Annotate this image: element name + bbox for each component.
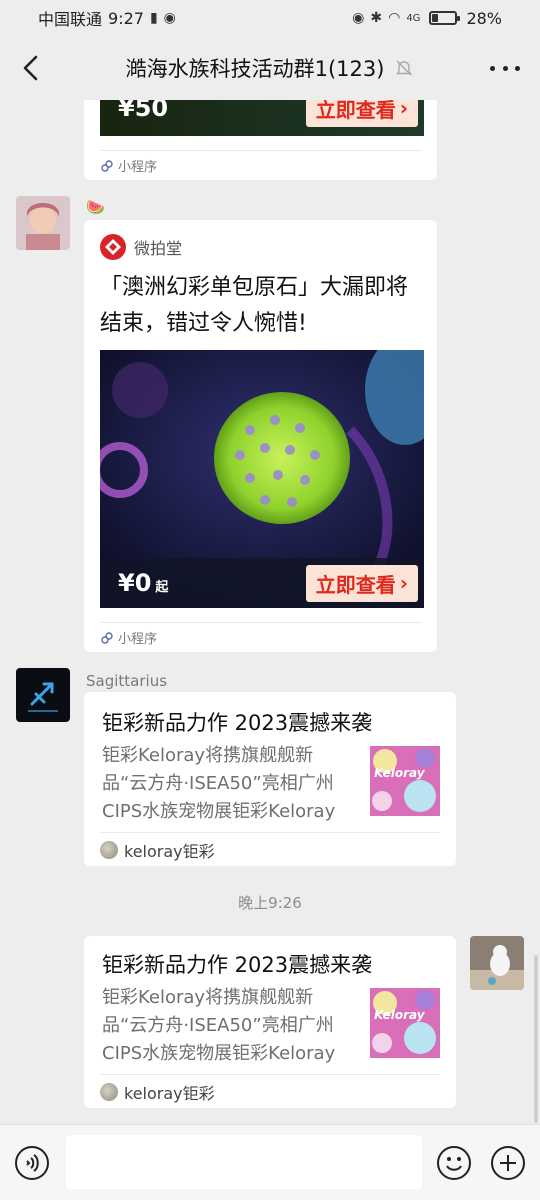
mini-program-footer: 小程序 (100, 622, 421, 652)
message-input[interactable] (66, 1135, 422, 1189)
bluetooth-icon: ✱ (370, 10, 383, 26)
scrollbar[interactable] (534, 955, 538, 1123)
card-source: keloray钜彩 (100, 832, 440, 866)
mini-program-icon (101, 631, 113, 644)
battery-saver-icon: ▮ (149, 10, 158, 26)
app-notification-icon: ◉ (163, 10, 176, 26)
input-bar (0, 1124, 540, 1200)
view-now-label: 立即查看 (315, 100, 396, 122)
message-list[interactable]: ¥50 立即查看 › 小程序 🍉 微拍堂 「澳洲幻彩单包原石」大漏即将结束，错过令… (0, 100, 540, 1124)
price-value: ¥0 (118, 569, 152, 597)
voice-icon (15, 1146, 49, 1180)
card-title: 钜彩新品力作 2023震撼来袭 (102, 953, 373, 977)
clock: 9:27 (108, 8, 144, 28)
chat-title: 澔海水族科技活动群1(123) (125, 57, 385, 81)
chevron-right-icon: › (399, 571, 408, 595)
plus-icon (491, 1146, 525, 1180)
source-avatar-icon (100, 840, 118, 859)
price-label: ¥50 (118, 100, 169, 122)
chat-header: 澔海水族科技活动群1(123) (0, 36, 540, 100)
mute-bell-icon (396, 60, 413, 76)
my-avatar[interactable] (470, 936, 524, 990)
promo-banner: ¥0 起 立即查看 › (100, 558, 424, 608)
emoji-icon (437, 1146, 471, 1180)
mini-program-card[interactable]: 微拍堂 「澳洲幻彩单包原石」大漏即将结束，错过令人惋惜! ¥0 起 立即查看 ›… (84, 220, 437, 652)
avatar[interactable] (16, 668, 70, 722)
source-name: keloray钜彩 (124, 841, 215, 861)
promo-banner: ¥50 立即查看 › (100, 100, 424, 136)
view-now-button[interactable]: 立即查看 › (305, 564, 418, 602)
app-name: 微拍堂 (134, 239, 183, 258)
price-label: ¥0 起 (118, 569, 168, 597)
mini-program-label: 小程序 (118, 160, 158, 175)
mini-program-footer: 小程序 (100, 150, 421, 180)
chevron-right-icon: › (399, 100, 408, 120)
link-card[interactable]: 钜彩新品力作 2023震撼来袭 钜彩Keloray将携旗舰舰新品“云方舟·ISE… (84, 692, 456, 866)
eye-icon: ◉ (352, 10, 365, 26)
thumbnail-text: Keloray (374, 766, 425, 780)
voice-button[interactable] (14, 1145, 50, 1181)
more-button[interactable] (490, 56, 520, 80)
source-avatar-icon (100, 1082, 118, 1101)
back-arrow-icon (23, 55, 38, 81)
status-bar: 中国联通 9:27 ▮ ◉ ◉ ✱ ◠ 4G 28% (0, 0, 540, 36)
price-suffix: 起 (155, 580, 169, 595)
emoji-button[interactable] (436, 1145, 472, 1181)
view-now-label: 立即查看 (315, 572, 396, 597)
sender-name: 🍉 (86, 198, 105, 216)
timestamp: 晚上9:26 (238, 894, 302, 912)
card-description: 钜彩Keloray将携旗舰舰新品“云方舟·ISEA50”亮相广州CIPS水族宠物… (102, 745, 336, 822)
card-description: 钜彩Keloray将携旗舰舰新品“云方舟·ISEA50”亮相广州CIPS水族宠物… (102, 987, 336, 1064)
battery-icon (429, 11, 461, 25)
sender-name: Sagittarius (86, 672, 168, 690)
carrier-label: 中国联通 (38, 10, 103, 29)
mini-program-icon (101, 159, 113, 172)
signal-icon: 4G (406, 12, 421, 24)
source-name: keloray钜彩 (124, 1083, 215, 1103)
weipaitang-logo-icon (100, 234, 126, 260)
thumbnail-text: Keloray (374, 1008, 425, 1022)
avatar[interactable] (16, 196, 70, 250)
wifi-icon: ◠ (388, 10, 401, 26)
battery-percent: 28% (466, 8, 502, 28)
card-thumbnail: Keloray (370, 988, 440, 1058)
card-title: 「澳洲幻彩单包原石」大漏即将结束，错过令人惋惜! (100, 275, 409, 336)
mini-program-card[interactable]: ¥50 立即查看 › 小程序 (84, 100, 437, 180)
view-now-button[interactable]: 立即查看 › (305, 100, 418, 127)
card-title: 钜彩新品力作 2023震撼来袭 (102, 711, 373, 735)
coral-image: ¥0 起 立即查看 › (100, 350, 424, 608)
mini-program-label: 小程序 (118, 632, 158, 647)
plus-button[interactable] (490, 1145, 526, 1181)
link-card[interactable]: 钜彩新品力作 2023震撼来袭 钜彩Keloray将携旗舰舰新品“云方舟·ISE… (84, 936, 456, 1108)
card-thumbnail: Keloray (370, 746, 440, 816)
app-header: 微拍堂 (100, 234, 182, 260)
back-button[interactable] (14, 50, 50, 86)
card-source: keloray钜彩 (100, 1074, 440, 1108)
